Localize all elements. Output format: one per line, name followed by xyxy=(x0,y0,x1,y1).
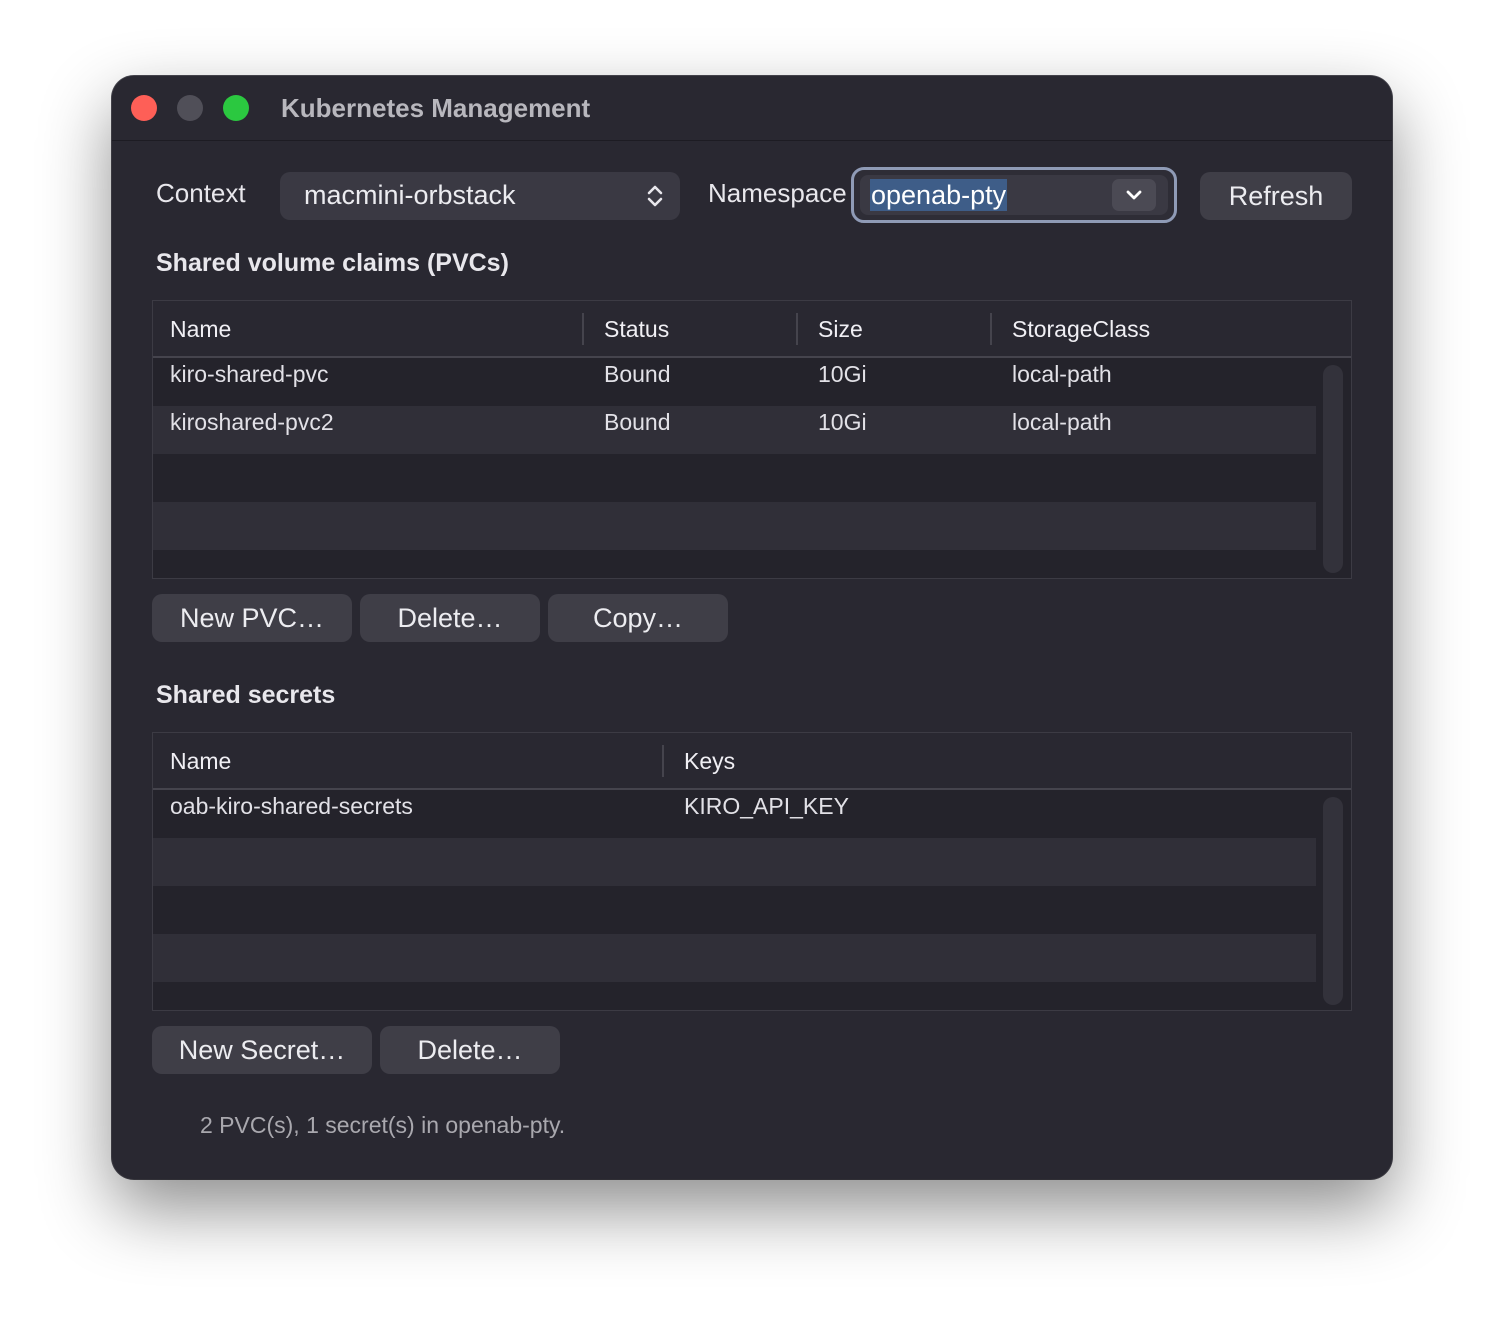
pvc-storageclass-cell: local-path xyxy=(1012,361,1112,387)
close-window-button[interactable] xyxy=(131,95,157,121)
updown-chevron-icon xyxy=(647,185,663,207)
column-header-name[interactable]: Name xyxy=(170,748,231,775)
column-divider[interactable] xyxy=(662,745,664,777)
column-divider[interactable] xyxy=(990,313,992,345)
new-pvc-button[interactable]: New PVC… xyxy=(152,594,352,642)
namespace-dropdown-button[interactable] xyxy=(1112,179,1156,211)
new-secret-button[interactable]: New Secret… xyxy=(152,1026,372,1074)
chevron-down-icon xyxy=(1126,190,1142,200)
delete-secret-button[interactable]: Delete… xyxy=(380,1026,560,1074)
column-header-storageclass[interactable]: StorageClass xyxy=(1012,316,1150,343)
pvc-storageclass-cell: local-path xyxy=(1012,409,1112,435)
pvc-size-cell: 10Gi xyxy=(818,409,867,435)
title-bar: Kubernetes Management xyxy=(112,76,1392,141)
column-divider[interactable] xyxy=(582,313,584,345)
secrets-table: Name Keys oab-kiro-shared-secrets KIRO_A… xyxy=(152,732,1352,1011)
column-header-name[interactable]: Name xyxy=(170,316,231,343)
status-message: 2 PVC(s), 1 secret(s) in openab-pty. xyxy=(200,1112,566,1138)
pvc-size-cell: 10Gi xyxy=(818,361,867,387)
context-label: Context xyxy=(156,178,246,208)
app-window: Kubernetes Management Context macmini-or… xyxy=(112,76,1392,1179)
refresh-button[interactable]: Refresh xyxy=(1200,172,1352,220)
pvc-name-cell: kiro-shared-pvc xyxy=(170,361,329,387)
secret-name-cell: oab-kiro-shared-secrets xyxy=(170,793,413,819)
delete-pvc-button[interactable]: Delete… xyxy=(360,594,540,642)
secrets-section-title: Shared secrets xyxy=(156,681,336,709)
secrets-table-scrollbar[interactable] xyxy=(1323,797,1343,1005)
secrets-table-header: Name Keys xyxy=(153,733,1351,790)
pvc-status-cell: Bound xyxy=(604,409,671,435)
pvc-table-scrollbar[interactable] xyxy=(1323,365,1343,573)
namespace-label: Namespace xyxy=(708,178,847,208)
pvc-name-cell: kiroshared-pvc2 xyxy=(170,409,334,435)
secret-keys-cell: KIRO_API_KEY xyxy=(684,793,849,819)
empty-table-row xyxy=(153,838,1316,886)
table-row[interactable]: kiroshared-pvc2 Bound 10Gi local-path xyxy=(153,406,1316,454)
namespace-input[interactable]: openab-pty xyxy=(860,175,1168,215)
column-header-keys[interactable]: Keys xyxy=(684,748,735,775)
empty-table-row xyxy=(153,886,1316,934)
empty-table-row xyxy=(153,934,1316,982)
table-row[interactable]: oab-kiro-shared-secrets KIRO_API_KEY xyxy=(153,790,1316,838)
namespace-value: openab-pty xyxy=(870,179,1008,211)
pvc-table: Name Status Size StorageClass kiro-share… xyxy=(152,300,1352,579)
window-title: Kubernetes Management xyxy=(281,93,591,123)
column-header-size[interactable]: Size xyxy=(818,316,863,343)
context-select[interactable]: macmini-orbstack xyxy=(280,172,680,220)
minimize-window-button[interactable] xyxy=(177,95,203,121)
copy-pvc-button[interactable]: Copy… xyxy=(548,594,728,642)
maximize-window-button[interactable] xyxy=(223,95,249,121)
table-row[interactable]: kiro-shared-pvc Bound 10Gi local-path xyxy=(153,358,1316,406)
pvc-section-title: Shared volume claims (PVCs) xyxy=(156,249,509,277)
empty-table-row xyxy=(153,454,1316,502)
namespace-combobox[interactable]: openab-pty xyxy=(851,167,1177,223)
column-header-status[interactable]: Status xyxy=(604,316,669,343)
column-divider[interactable] xyxy=(796,313,798,345)
context-value: macmini-orbstack xyxy=(304,180,516,210)
empty-table-row xyxy=(153,502,1316,550)
pvc-table-header: Name Status Size StorageClass xyxy=(153,301,1351,358)
pvc-status-cell: Bound xyxy=(604,361,671,387)
